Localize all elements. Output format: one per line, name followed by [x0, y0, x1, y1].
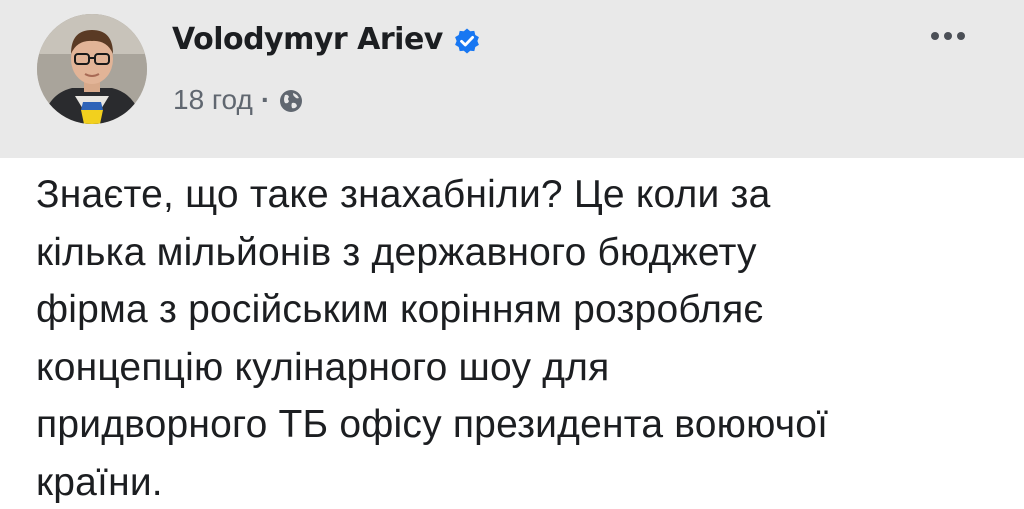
meta-separator: · [260, 84, 271, 115]
author-name-row: Volodymyr Ariev [172, 20, 481, 60]
post-header: Volodymyr Ariev 18 год · [0, 0, 1024, 158]
post-meta: 18 год · [173, 82, 304, 118]
post-text-line: фірма з російським корінням розробляє [36, 288, 764, 331]
ellipsis-icon [957, 32, 965, 40]
post-options-button[interactable] [920, 24, 976, 48]
author-avatar[interactable] [37, 14, 147, 124]
post-text: Знаєте, що таке знахабніли? Це коли за к… [36, 166, 996, 509]
globe-icon[interactable] [278, 87, 304, 113]
avatar-photo [37, 14, 147, 124]
verified-badge-icon [453, 26, 481, 54]
post-text-line: концепцію кулінарного шоу для [36, 345, 610, 389]
post-text-line: кілька мільйонів з державного бюджету [36, 230, 757, 274]
facebook-post: Volodymyr Ariev 18 год · Знаєте, що таке… [0, 0, 1024, 509]
ellipsis-icon [931, 32, 939, 40]
post-text-line: Знаєте, що таке знахабніли? Це коли за [36, 173, 771, 216]
ellipsis-icon [944, 32, 952, 40]
author-name[interactable]: Volodymyr Ariev [172, 20, 443, 60]
post-text-line: придворного ТБ офісу президента воюючої [36, 403, 829, 446]
post-timestamp[interactable]: 18 год [173, 82, 253, 118]
post-text-line: країни. [36, 460, 163, 504]
